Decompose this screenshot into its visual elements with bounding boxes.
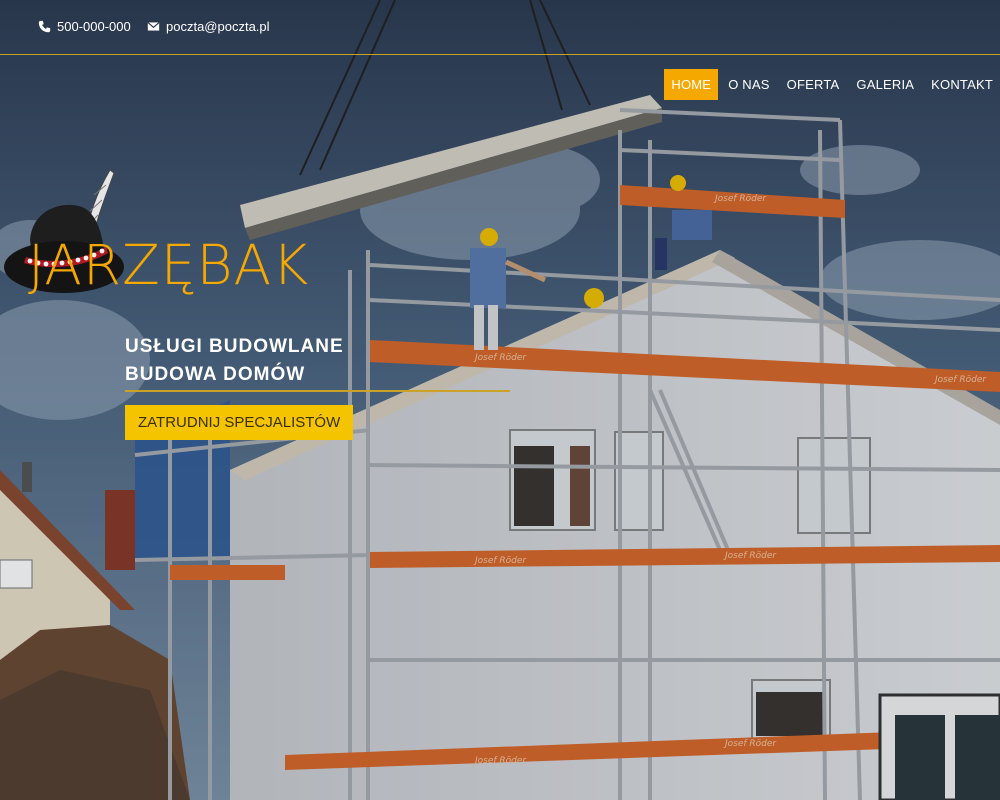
- nav-item-galeria[interactable]: GALERIA: [849, 69, 921, 100]
- tagline-line-1: USŁUGI BUDOWLANE: [125, 336, 344, 357]
- email-address: poczta@poczta.pl: [166, 19, 270, 34]
- nav-item-oferta[interactable]: OFERTA: [780, 69, 847, 100]
- nav-item-home[interactable]: HOME: [664, 69, 719, 100]
- phone-number: 500-000-000: [57, 19, 131, 34]
- nav-item-o-nas[interactable]: O NAS: [721, 69, 776, 100]
- nav-item-kontakt[interactable]: KONTAKT: [924, 69, 1000, 100]
- phone-contact[interactable]: 500-000-000: [38, 19, 131, 34]
- hero-background-photo: Josef Röder Josef Röder Josef Röder Jose…: [0, 0, 1000, 800]
- envelope-icon: [147, 21, 160, 31]
- brand-name: JARZĘBAK: [28, 233, 310, 297]
- tagline-line-2: BUDOWA DOMÓW: [125, 364, 306, 385]
- hero-tagline: USŁUGI BUDOWLANE BUDOWA DOMÓW: [125, 333, 344, 389]
- hire-specialists-button[interactable]: ZATRUDNIJ SPECJALISTÓW: [125, 405, 354, 440]
- main-nav: HOME O NAS OFERTA GALERIA KONTAKT: [661, 69, 1000, 100]
- phone-icon: [38, 20, 51, 33]
- tagline-divider: [125, 390, 510, 392]
- top-contact-bar: 500-000-000 poczta@poczta.pl: [0, 0, 1000, 55]
- email-contact[interactable]: poczta@poczta.pl: [147, 19, 270, 34]
